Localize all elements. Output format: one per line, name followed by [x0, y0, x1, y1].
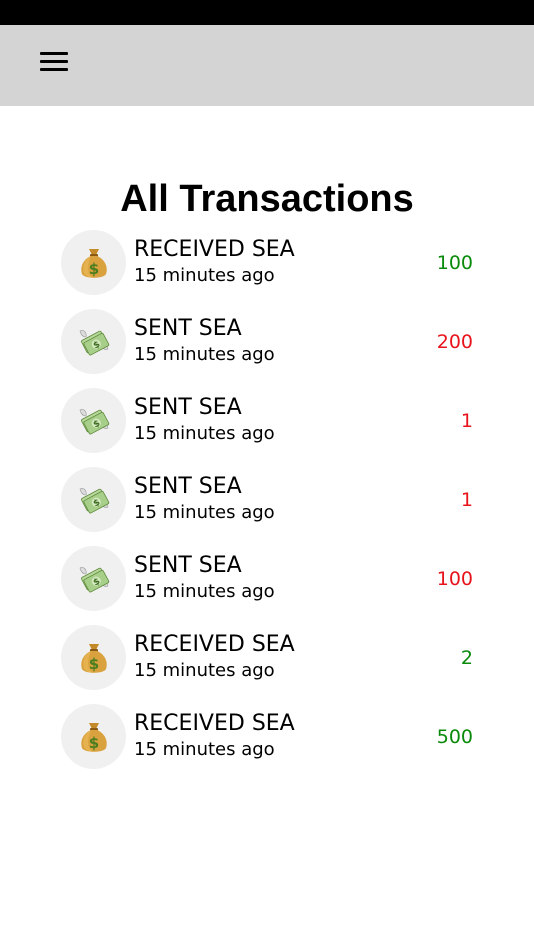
- status-bar: [0, 0, 534, 25]
- money-bag-icon: $: [61, 704, 126, 769]
- money-with-wings-icon: $: [61, 546, 126, 611]
- transaction-label: RECEIVED SEA: [134, 711, 295, 736]
- transaction-row[interactable]: $ SENT SEA 15 minutes ago 100: [61, 546, 473, 625]
- transaction-amount: 1: [460, 410, 473, 432]
- transaction-amount: 100: [436, 568, 473, 590]
- transaction-time: 15 minutes ago: [134, 581, 275, 602]
- transaction-amount: 200: [436, 331, 473, 353]
- transaction-amount: 500: [436, 726, 473, 748]
- transaction-amount: 1: [460, 489, 473, 511]
- transaction-time: 15 minutes ago: [134, 739, 275, 760]
- transaction-amount: 2: [460, 647, 473, 669]
- money-with-wings-icon: $: [61, 388, 126, 453]
- transaction-row[interactable]: $ SENT SEA 15 minutes ago 1: [61, 467, 473, 546]
- transaction-row[interactable]: $ SENT SEA 15 minutes ago 200: [61, 309, 473, 388]
- transaction-list: $ RECEIVED SEA 15 minutes ago 100 $ SENT S…: [61, 230, 473, 783]
- money-with-wings-icon: $: [61, 467, 126, 532]
- transaction-time: 15 minutes ago: [134, 265, 275, 286]
- page-title: All Transactions: [120, 178, 414, 220]
- money-with-wings-icon: $: [61, 309, 126, 374]
- transaction-label: SENT SEA: [134, 553, 242, 578]
- transaction-row[interactable]: $ RECEIVED SEA 15 minutes ago 100: [61, 230, 473, 309]
- transaction-time: 15 minutes ago: [134, 502, 275, 523]
- transaction-amount: 100: [436, 252, 473, 274]
- top-nav-bar: [0, 25, 534, 106]
- svg-text:$: $: [89, 260, 99, 278]
- transaction-label: RECEIVED SEA: [134, 237, 295, 262]
- svg-text:$: $: [89, 734, 99, 752]
- transactions-screen: All Transactions $ RECEIVED SEA 15 minute…: [0, 0, 534, 950]
- svg-text:$: $: [89, 655, 99, 673]
- transaction-label: SENT SEA: [134, 395, 242, 420]
- money-bag-icon: $: [61, 230, 126, 295]
- transaction-label: SENT SEA: [134, 474, 242, 499]
- hamburger-menu-icon[interactable]: [40, 51, 69, 73]
- transaction-label: RECEIVED SEA: [134, 632, 295, 657]
- money-bag-icon: $: [61, 625, 126, 690]
- transaction-time: 15 minutes ago: [134, 344, 275, 365]
- transaction-row[interactable]: $ RECEIVED SEA 15 minutes ago 2: [61, 625, 473, 704]
- transaction-time: 15 minutes ago: [134, 423, 275, 444]
- transaction-row[interactable]: $ SENT SEA 15 minutes ago 1: [61, 388, 473, 467]
- transaction-time: 15 minutes ago: [134, 660, 275, 681]
- transaction-row[interactable]: $ RECEIVED SEA 15 minutes ago 500: [61, 704, 473, 783]
- transaction-label: SENT SEA: [134, 316, 242, 341]
